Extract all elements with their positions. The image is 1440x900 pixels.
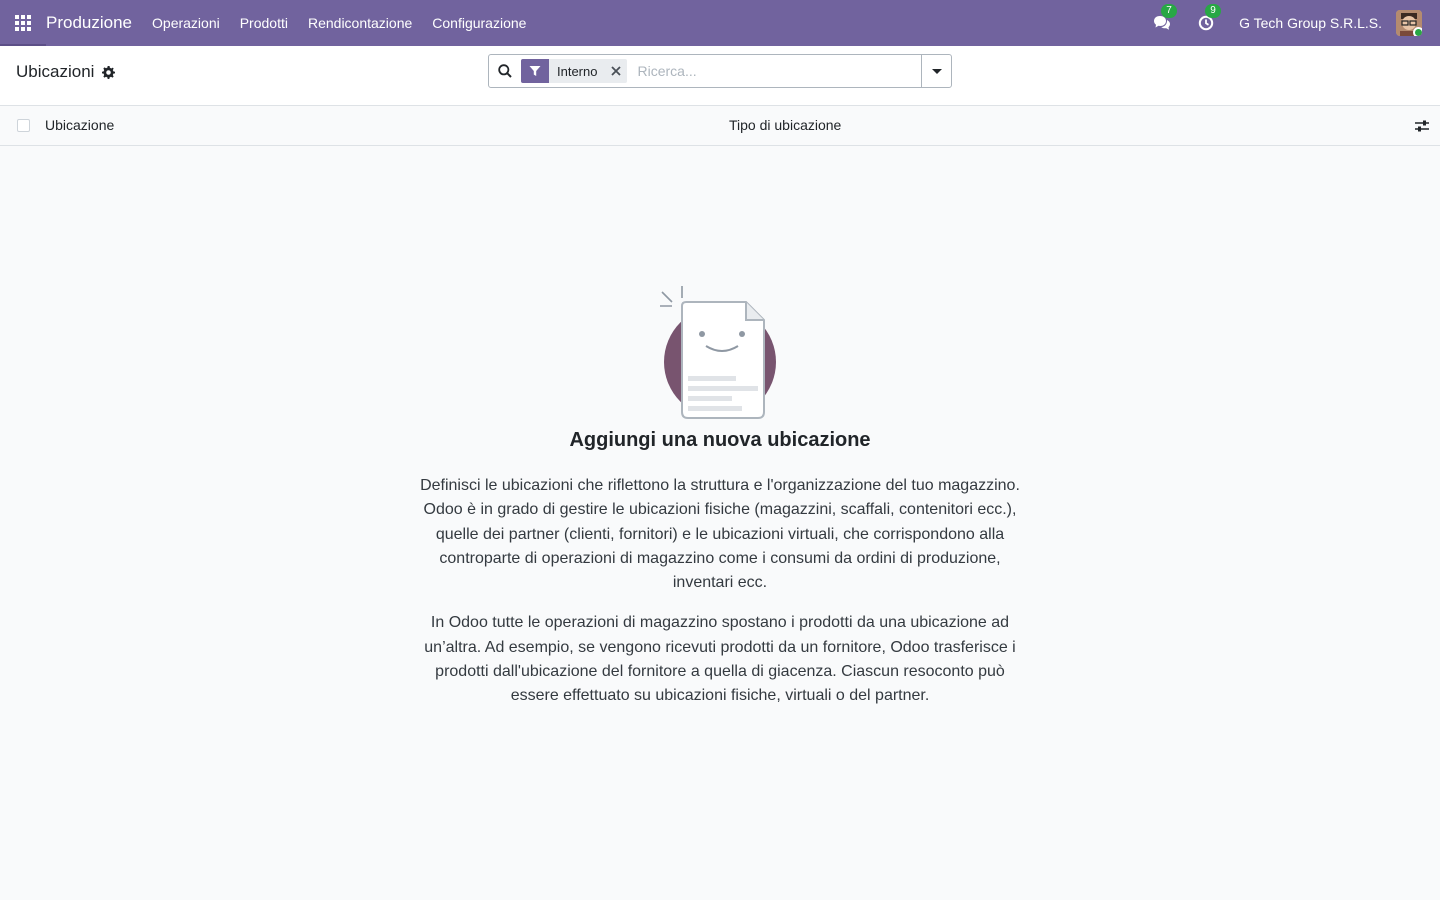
menu-prodotti[interactable]: Prodotti (240, 0, 288, 46)
filter-facet-label: Interno (557, 63, 598, 79)
apps-grid-icon (15, 15, 31, 31)
messages-button[interactable]: 7 (1151, 4, 1178, 34)
gear-icon (101, 65, 115, 79)
user-avatar[interactable] (1396, 10, 1422, 36)
menu-rendicontazione[interactable]: Rendicontazione (308, 0, 412, 46)
filter-icon (521, 59, 549, 83)
page-title: Ubicazioni (16, 62, 95, 81)
close-icon (611, 66, 622, 76)
empty-state-title: Aggiungi una nuova ubicazione (569, 429, 871, 451)
filter-facet: Interno (521, 59, 628, 83)
search-options-toggle[interactable] (921, 55, 951, 87)
caret-down-icon (931, 68, 942, 74)
activities-count-badge: 9 (1205, 4, 1222, 18)
optional-columns-toggle[interactable] (1414, 118, 1430, 134)
top-navbar: Produzione Operazioni Prodotti Rendicont… (0, 0, 1440, 46)
breadcrumb: Ubicazioni (16, 62, 115, 82)
activities-button[interactable]: 9 (1195, 4, 1222, 34)
empty-state-paragraph-1: Definisci le ubicazioni che riflettono l… (420, 477, 1020, 592)
list-header: Ubicazione Tipo di ubicazione (0, 106, 1440, 146)
search-icon[interactable] (489, 55, 521, 87)
search-bar: Interno (488, 54, 952, 88)
sliders-icon (1415, 120, 1429, 132)
apps-menu-button[interactable] (0, 0, 46, 46)
remove-facet-button[interactable] (605, 59, 627, 83)
messages-count-badge: 7 (1161, 4, 1178, 18)
select-all-checkbox[interactable] (17, 119, 30, 132)
online-status-dot (1413, 27, 1422, 36)
control-panel: Ubicazioni Interno (0, 46, 1440, 106)
empty-state-paragraph-2: In Odoo tutte le operazioni di magazzino… (424, 614, 1016, 705)
empty-state: Aggiungi una nuova ubicazione Definisci … (370, 284, 1070, 709)
company-switcher[interactable]: G Tech Group S.R.L.S. (1239, 15, 1382, 31)
menu-configurazione[interactable]: Configurazione (432, 0, 526, 46)
navbar-systray: 7 9 G Tech Group S.R.L.S. (1151, 0, 1440, 46)
column-header-tipo-ubicazione[interactable]: Tipo di ubicazione (729, 117, 841, 133)
search-input[interactable] (635, 56, 921, 86)
column-header-ubicazione[interactable]: Ubicazione (45, 117, 114, 133)
menu-operazioni[interactable]: Operazioni (152, 0, 220, 46)
app-name[interactable]: Produzione (46, 0, 132, 46)
empty-document-illustration (660, 284, 780, 424)
actions-gear-button[interactable] (101, 65, 115, 79)
